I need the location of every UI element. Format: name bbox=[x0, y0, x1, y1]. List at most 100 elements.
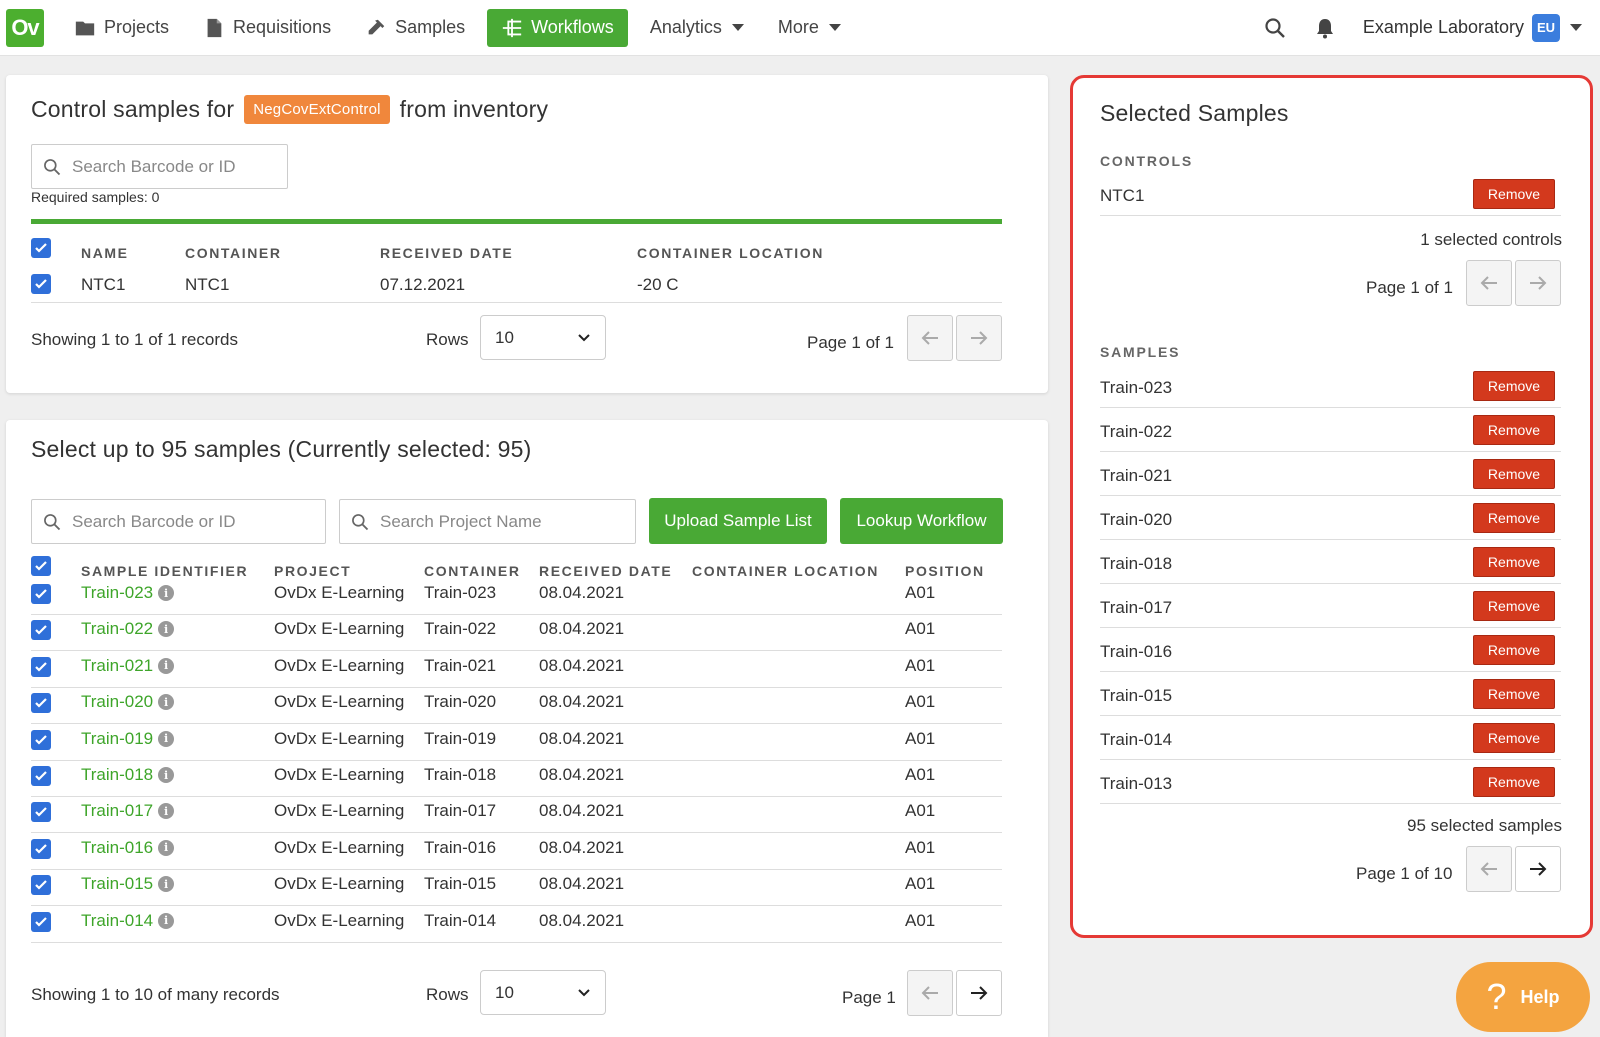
sample-link[interactable]: Train-017 i bbox=[81, 801, 175, 821]
nav-more[interactable]: More bbox=[766, 9, 853, 47]
remove-control-button[interactable]: Remove bbox=[1473, 179, 1555, 209]
row-checkbox[interactable] bbox=[31, 656, 51, 677]
controls-next-page-button[interactable] bbox=[1515, 260, 1561, 306]
sample-link[interactable]: Train-014 i bbox=[81, 911, 175, 931]
sample-link[interactable]: Train-015 i bbox=[81, 874, 175, 894]
sample-id[interactable]: Train-016 bbox=[81, 838, 153, 858]
next-page-button[interactable] bbox=[956, 315, 1002, 361]
sample-id[interactable]: Train-019 bbox=[81, 729, 153, 749]
controls-search-input[interactable]: Search Barcode or ID bbox=[31, 144, 288, 189]
sample-id[interactable]: Train-021 bbox=[81, 656, 153, 676]
samples-next-page-button[interactable] bbox=[1515, 846, 1561, 892]
sample-id[interactable]: Train-023 bbox=[81, 583, 153, 603]
col-container-location[interactable]: CONTAINER LOCATION bbox=[637, 245, 824, 261]
remove-sample-button[interactable]: Remove bbox=[1473, 371, 1555, 401]
remove-sample-button[interactable]: Remove bbox=[1473, 547, 1555, 577]
prev-page-button[interactable] bbox=[907, 970, 953, 1016]
prev-page-button[interactable] bbox=[907, 315, 953, 361]
sample-id[interactable]: Train-014 bbox=[81, 911, 153, 931]
col-position[interactable]: POSITION bbox=[905, 563, 985, 579]
upload-sample-list-button[interactable]: Upload Sample List bbox=[649, 498, 827, 544]
help-button[interactable]: ? Help bbox=[1456, 962, 1590, 1032]
cell-project: OvDx E-Learning bbox=[274, 728, 405, 748]
row-checkbox[interactable] bbox=[31, 729, 51, 750]
info-icon[interactable]: i bbox=[158, 912, 175, 929]
remove-sample-button[interactable]: Remove bbox=[1473, 415, 1555, 445]
row-checkbox[interactable] bbox=[31, 693, 51, 714]
sample-link[interactable]: Train-019 i bbox=[81, 729, 175, 749]
info-icon[interactable]: i bbox=[158, 730, 175, 747]
row-checkbox[interactable] bbox=[31, 875, 51, 896]
cell-container: Train-015 bbox=[424, 874, 497, 894]
info-icon[interactable]: i bbox=[158, 767, 175, 783]
row-checkbox[interactable] bbox=[31, 766, 51, 786]
remove-sample-button[interactable]: Remove bbox=[1473, 723, 1555, 753]
col-sample-identifier[interactable]: SAMPLE IDENTIFIER bbox=[81, 563, 248, 579]
sample-id[interactable]: Train-017 bbox=[81, 801, 153, 821]
remove-sample-button[interactable]: Remove bbox=[1473, 459, 1555, 489]
row-checkbox[interactable] bbox=[31, 620, 51, 641]
select-all-checkbox[interactable] bbox=[31, 556, 51, 576]
info-icon[interactable]: i bbox=[158, 876, 175, 893]
select-all-checkbox[interactable] bbox=[31, 238, 51, 258]
sample-link[interactable]: Train-020 i bbox=[81, 692, 175, 712]
col-project[interactable]: PROJECT bbox=[274, 563, 351, 579]
sample-id[interactable]: Train-015 bbox=[81, 874, 153, 894]
samples-prev-page-button[interactable] bbox=[1466, 846, 1512, 892]
selected-sample-name: Train-022 bbox=[1100, 422, 1173, 441]
rows-per-page-select[interactable]: 10 bbox=[480, 315, 606, 360]
remove-sample-button[interactable]: Remove bbox=[1473, 767, 1555, 797]
row-checkbox[interactable] bbox=[31, 838, 51, 859]
nav-projects[interactable]: Projects bbox=[62, 9, 181, 47]
lab-selector[interactable]: Example Laboratory EU bbox=[1363, 13, 1582, 42]
info-icon[interactable]: i bbox=[158, 621, 175, 638]
selected-samples-panel: Selected Samples CONTROLS NTC1 Remove 1 … bbox=[1070, 75, 1593, 938]
sample-link[interactable]: Train-016 i bbox=[81, 838, 175, 858]
nav-requisitions[interactable]: Requisitions bbox=[191, 9, 343, 47]
samples-barcode-search[interactable]: Search Barcode or ID bbox=[31, 499, 326, 544]
row-checkbox[interactable] bbox=[31, 802, 51, 823]
col-name[interactable]: NAME bbox=[81, 245, 129, 261]
rows-per-page-select[interactable]: 10 bbox=[480, 970, 606, 1015]
col-received-date[interactable]: RECEIVED DATE bbox=[380, 245, 513, 261]
remove-sample-button[interactable]: Remove bbox=[1473, 679, 1555, 709]
col-container[interactable]: CONTAINER bbox=[424, 563, 521, 579]
row-checkbox[interactable] bbox=[31, 274, 51, 294]
region-badge: EU bbox=[1532, 13, 1560, 42]
cell-project: OvDx E-Learning bbox=[274, 801, 405, 821]
bell-icon[interactable] bbox=[1313, 16, 1337, 40]
nav-workflows[interactable]: Workflows bbox=[487, 8, 628, 47]
remove-sample-button[interactable]: Remove bbox=[1473, 503, 1555, 533]
sample-id[interactable]: Train-018 bbox=[81, 765, 153, 785]
remove-sample-button[interactable]: Remove bbox=[1473, 635, 1555, 665]
nav-analytics[interactable]: Analytics bbox=[638, 9, 756, 47]
col-container-location[interactable]: CONTAINER LOCATION bbox=[692, 563, 879, 579]
sample-link[interactable]: Train-021 i bbox=[81, 656, 175, 676]
row-divider bbox=[31, 832, 1002, 834]
info-icon[interactable]: i bbox=[158, 694, 175, 711]
info-icon[interactable]: i bbox=[158, 803, 175, 820]
remove-sample-button[interactable]: Remove bbox=[1473, 591, 1555, 621]
sample-id[interactable]: Train-020 bbox=[81, 692, 153, 712]
sample-id[interactable]: Train-022 bbox=[81, 619, 153, 639]
samples-project-search[interactable]: Search Project Name bbox=[339, 499, 636, 544]
info-icon[interactable]: i bbox=[158, 657, 175, 674]
row-checkbox[interactable] bbox=[31, 584, 51, 604]
row-checkbox[interactable] bbox=[31, 911, 51, 932]
sample-link[interactable]: Train-023 i bbox=[81, 583, 175, 603]
arrow-right-icon bbox=[971, 331, 988, 345]
info-icon[interactable]: i bbox=[158, 839, 175, 856]
lookup-workflow-button[interactable]: Lookup Workflow bbox=[840, 498, 1003, 544]
nav-samples-label: Samples bbox=[395, 17, 466, 37]
info-icon[interactable]: i bbox=[158, 585, 175, 601]
next-page-button[interactable] bbox=[956, 970, 1002, 1016]
sample-link[interactable]: Train-022 i bbox=[81, 619, 175, 639]
search-icon[interactable] bbox=[1263, 16, 1287, 40]
sample-link[interactable]: Train-018 i bbox=[81, 765, 175, 785]
controls-prev-page-button[interactable] bbox=[1466, 260, 1512, 306]
app-logo[interactable]: Ov bbox=[6, 8, 44, 47]
col-received-date[interactable]: RECEIVED DATE bbox=[539, 563, 672, 579]
col-container[interactable]: CONTAINER bbox=[185, 245, 282, 261]
nav-samples[interactable]: Samples bbox=[353, 9, 477, 47]
selected-samples-title: Selected Samples bbox=[1100, 100, 1289, 126]
